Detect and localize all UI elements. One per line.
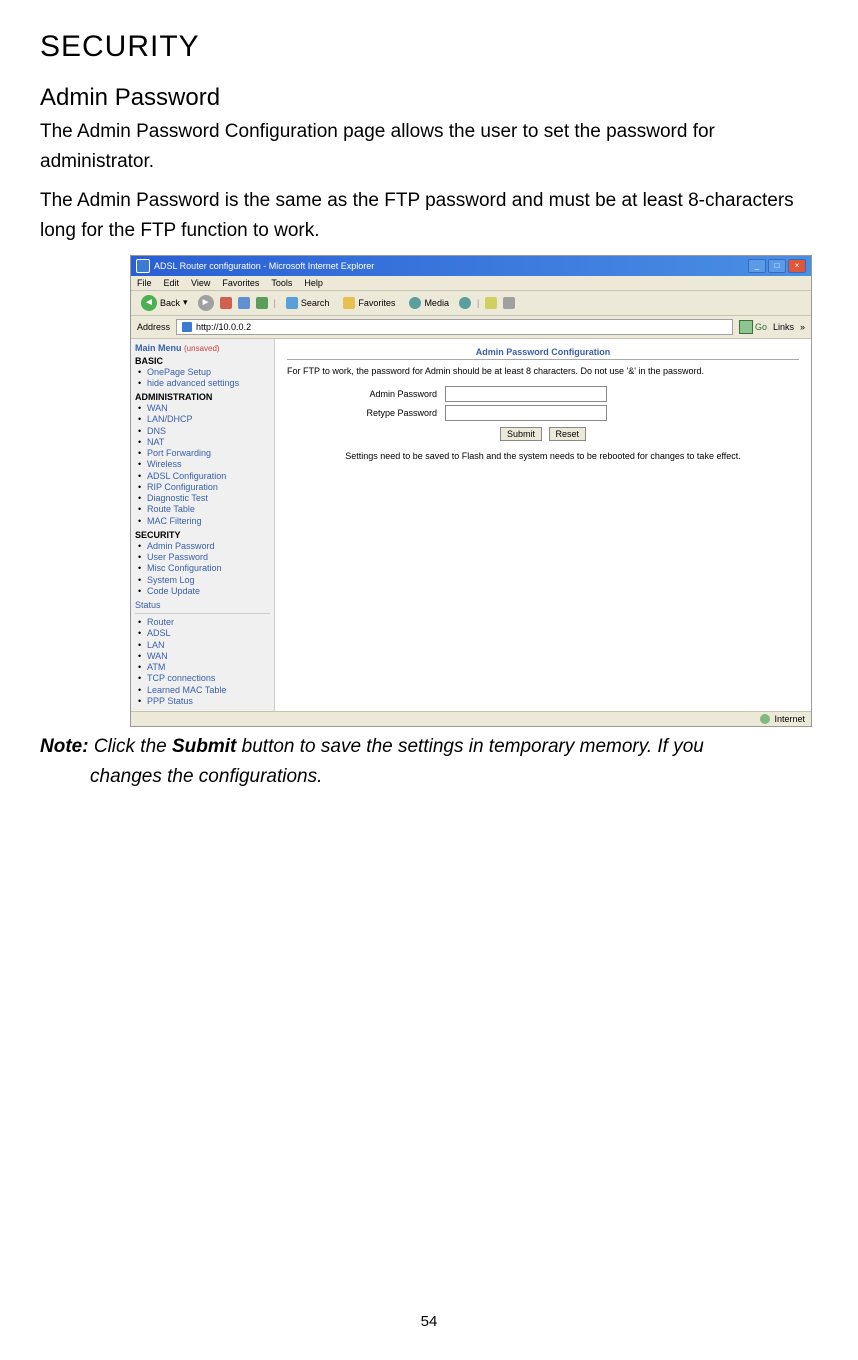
sidebar-item[interactable]: DNS — [135, 426, 270, 437]
save-note: Settings need to be saved to Flash and t… — [287, 451, 799, 461]
minimize-button[interactable]: _ — [748, 259, 766, 273]
close-button[interactable]: × — [788, 259, 806, 273]
retype-password-label: Retype Password — [287, 408, 445, 418]
page-number: 54 — [40, 1313, 818, 1330]
sidebar-item[interactable]: MAC Filtering — [135, 516, 270, 527]
menu-edit[interactable]: Edit — [164, 278, 180, 288]
sidebar-security: SECURITY — [135, 530, 270, 540]
sidebar-admin: ADMINISTRATION — [135, 392, 270, 402]
forward-button[interactable]: ► — [198, 295, 214, 311]
sidebar-item[interactable]: hide advanced settings — [135, 378, 270, 389]
window-title: ADSL Router configuration - Microsoft In… — [154, 261, 374, 271]
sidebar-item[interactable]: OnePage Setup — [135, 367, 270, 378]
maximize-button[interactable]: □ — [768, 259, 786, 273]
sidebar-item[interactable]: LAN/DHCP — [135, 414, 270, 425]
sidebar-item[interactable]: LAN — [135, 640, 270, 651]
sidebar-item[interactable]: ATM — [135, 662, 270, 673]
reset-button[interactable]: Reset — [549, 427, 587, 441]
menubar: File Edit View Favorites Tools Help — [131, 276, 811, 291]
search-icon — [286, 297, 298, 309]
sidebar-item[interactable]: System Log — [135, 575, 270, 586]
sidebar: Main Menu (unsaved) BASIC OnePage Setup … — [131, 339, 275, 712]
sidebar-basic: BASIC — [135, 356, 270, 366]
paragraph-2: The Admin Password is the same as the FT… — [40, 186, 818, 247]
sidebar-item[interactable]: Code Update — [135, 586, 270, 597]
addressbar: Address http://10.0.0.2 Go Links » — [131, 316, 811, 339]
history-icon[interactable] — [459, 297, 471, 309]
note-submit-word: Submit — [172, 736, 236, 757]
sidebar-title: Main Menu (unsaved) — [135, 343, 270, 353]
note-line-2: changes the configurations. — [40, 762, 818, 792]
admin-password-label: Admin Password — [287, 389, 445, 399]
search-button[interactable]: Search — [282, 296, 334, 310]
menu-help[interactable]: Help — [304, 278, 323, 288]
sidebar-item[interactable]: WAN — [135, 403, 270, 414]
address-label: Address — [137, 322, 170, 332]
note-line-1: Note: Click the Submit button to save th… — [40, 732, 818, 762]
sidebar-item[interactable]: User Password — [135, 552, 270, 563]
menu-view[interactable]: View — [191, 278, 210, 288]
admin-password-input[interactable] — [445, 386, 607, 402]
media-icon — [409, 297, 421, 309]
sidebar-item[interactable]: RIP Configuration — [135, 482, 270, 493]
menu-file[interactable]: File — [137, 278, 152, 288]
paragraph-1: The Admin Password Configuration page al… — [40, 117, 818, 178]
sidebar-item[interactable]: WAN — [135, 651, 270, 662]
sidebar-item[interactable]: Wireless — [135, 459, 270, 470]
statusbar: Internet — [131, 711, 811, 726]
stop-icon[interactable] — [220, 297, 232, 309]
star-icon — [343, 297, 355, 309]
page-icon — [181, 321, 193, 333]
router-screenshot: ADSL Router configuration - Microsoft In… — [130, 255, 812, 728]
status-text: Internet — [774, 714, 805, 724]
home-icon[interactable] — [256, 297, 268, 309]
media-button[interactable]: Media — [405, 296, 453, 310]
mail-icon[interactable] — [485, 297, 497, 309]
refresh-icon[interactable] — [238, 297, 250, 309]
subsection-heading: Admin Password — [40, 84, 818, 112]
note-label: Note: — [40, 736, 89, 757]
ie-icon — [136, 259, 150, 273]
back-button[interactable]: ◄ Back ▾ — [137, 294, 192, 312]
print-icon[interactable] — [503, 297, 515, 309]
sidebar-item[interactable]: Learned MAC Table — [135, 685, 270, 696]
window-titlebar: ADSL Router configuration - Microsoft In… — [131, 256, 811, 276]
menu-tools[interactable]: Tools — [271, 278, 292, 288]
submit-button[interactable]: Submit — [500, 427, 542, 441]
ftp-note: For FTP to work, the password for Admin … — [287, 366, 799, 376]
sidebar-item[interactable]: ADSL — [135, 628, 270, 639]
sidebar-item[interactable]: NAT — [135, 437, 270, 448]
unsaved-badge: (unsaved) — [184, 344, 220, 353]
sidebar-item[interactable]: Route Table — [135, 504, 270, 515]
sidebar-item[interactable]: Admin Password — [135, 541, 270, 552]
address-input[interactable]: http://10.0.0.2 — [176, 319, 733, 335]
back-icon: ◄ — [141, 295, 157, 311]
menu-favorites[interactable]: Favorites — [222, 278, 259, 288]
go-button[interactable]: Go — [739, 320, 767, 334]
internet-icon — [760, 714, 770, 724]
page-heading: SECURITY — [40, 30, 818, 64]
sidebar-item[interactable]: Misc Configuration — [135, 563, 270, 574]
toolbar: ◄ Back ▾ ► | Search Favorites Media | — [131, 291, 811, 316]
retype-password-input[interactable] — [445, 405, 607, 421]
sidebar-item[interactable]: PPP Status — [135, 696, 270, 707]
sidebar-item[interactable]: ADSL Configuration — [135, 471, 270, 482]
sidebar-item[interactable]: Diagnostic Test — [135, 493, 270, 504]
sidebar-item[interactable]: Port Forwarding — [135, 448, 270, 459]
sidebar-item[interactable]: TCP connections — [135, 673, 270, 684]
go-icon — [739, 320, 753, 334]
sidebar-status[interactable]: Status — [135, 600, 270, 610]
panel-title: Admin Password Configuration — [287, 347, 799, 360]
main-panel: Admin Password Configuration For FTP to … — [275, 339, 811, 712]
favorites-button[interactable]: Favorites — [339, 296, 399, 310]
sidebar-item[interactable]: Router — [135, 617, 270, 628]
links-label[interactable]: Links — [773, 322, 794, 332]
